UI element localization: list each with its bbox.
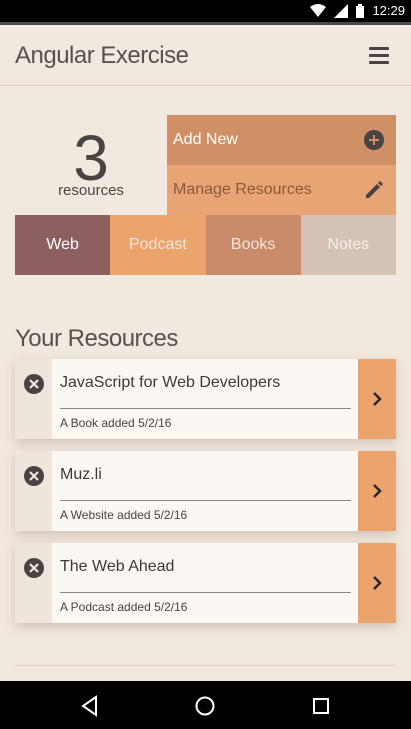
card-body[interactable]: JavaScript for Web Developers A Book add…	[52, 359, 358, 439]
plus-circle-icon	[364, 130, 384, 150]
status-bar: 12:29	[0, 0, 411, 22]
card-divider	[60, 500, 351, 501]
app-title: Angular Exercise	[15, 42, 189, 69]
resource-card: Muz.li A Website added 5/2/16	[15, 451, 396, 531]
back-triangle-icon[interactable]	[77, 693, 103, 719]
tab-podcast[interactable]: Podcast	[110, 215, 206, 275]
recents-square-icon[interactable]	[308, 693, 334, 719]
status-time: 12:29	[372, 3, 405, 18]
card-left-strip	[15, 543, 52, 623]
resource-title: Muz.li	[60, 466, 102, 483]
resource-card: The Web Ahead A Podcast added 5/2/16	[15, 543, 396, 623]
category-tabs: Web Podcast Books Notes	[15, 215, 396, 275]
tab-notes[interactable]: Notes	[300, 215, 396, 275]
open-resource-button[interactable]	[358, 451, 396, 531]
resource-count-label: resources	[58, 182, 124, 199]
resource-count: 3	[73, 122, 109, 194]
remove-icon[interactable]	[24, 374, 44, 394]
manage-resources-label: Manage Resources	[173, 181, 312, 198]
status-icons: 12:29	[310, 3, 405, 18]
manage-resources-button[interactable]: Manage Resources	[167, 165, 396, 215]
section-title: Your Resources	[15, 325, 178, 352]
resource-card: JavaScript for Web Developers A Book add…	[15, 359, 396, 439]
resource-meta: A Book added 5/2/16	[60, 416, 172, 430]
pencil-icon	[366, 181, 383, 198]
add-new-button[interactable]: Add New	[167, 115, 396, 165]
bottom-divider	[15, 665, 396, 666]
wifi-icon	[310, 3, 327, 17]
chevron-right-icon	[373, 392, 382, 406]
resource-title: JavaScript for Web Developers	[60, 374, 281, 391]
resource-title: The Web Ahead	[60, 558, 175, 575]
card-divider	[60, 408, 351, 409]
chevron-right-icon	[373, 484, 382, 498]
open-resource-button[interactable]	[358, 359, 396, 439]
remove-icon[interactable]	[24, 466, 44, 486]
chevron-right-icon	[373, 576, 382, 590]
signal-icon	[334, 3, 349, 18]
hamburger-menu-icon[interactable]	[369, 47, 389, 65]
tab-web[interactable]: Web	[15, 215, 111, 275]
card-divider	[60, 592, 351, 593]
app-header: Angular Exercise	[0, 25, 411, 86]
add-new-label: Add New	[173, 131, 238, 148]
card-body[interactable]: Muz.li A Website added 5/2/16	[52, 451, 358, 531]
open-resource-button[interactable]	[358, 543, 396, 623]
card-left-strip	[15, 359, 52, 439]
resource-meta: A Website added 5/2/16	[60, 508, 188, 522]
home-circle-icon[interactable]	[192, 693, 218, 719]
system-nav-bar	[0, 681, 411, 729]
card-left-strip	[15, 451, 52, 531]
resource-counter: 3 resources	[15, 120, 167, 215]
card-body[interactable]: The Web Ahead A Podcast added 5/2/16	[52, 543, 358, 623]
battery-icon	[356, 3, 365, 18]
resource-meta: A Podcast added 5/2/16	[60, 600, 188, 614]
remove-icon[interactable]	[24, 558, 44, 578]
tab-books[interactable]: Books	[205, 215, 301, 275]
